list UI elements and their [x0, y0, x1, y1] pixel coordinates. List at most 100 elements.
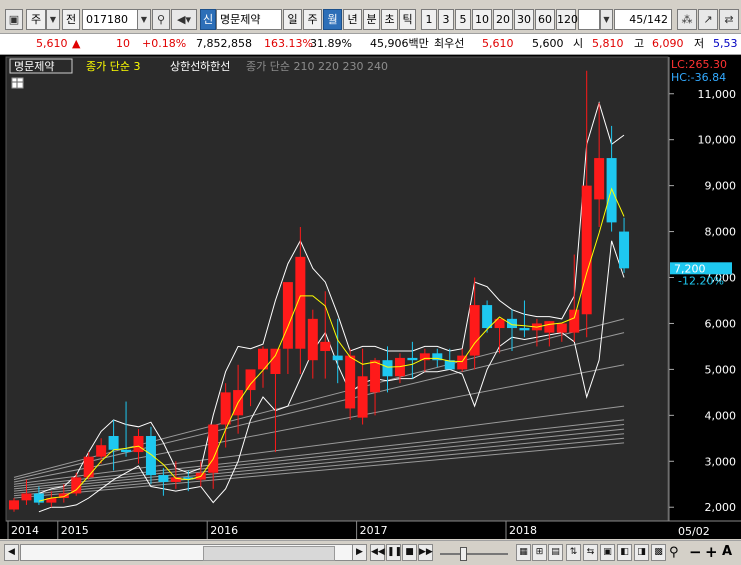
price-tick-label: 8,000: [705, 226, 737, 239]
stock-code-input[interactable]: 017180: [82, 9, 138, 30]
time-axis-ticks: 2014 2015 2016 2017 2018: [7, 521, 537, 539]
tool-icon-2[interactable]: ⊞: [532, 544, 547, 561]
tool-icon-1[interactable]: ▦: [516, 544, 531, 561]
time-tick-label: 2017: [360, 524, 388, 537]
up-candle: [133, 436, 144, 453]
high-price: 6,090: [652, 37, 684, 50]
up-candle: [457, 355, 468, 370]
interval-30[interactable]: 30: [514, 9, 534, 30]
down-candle: [519, 328, 530, 331]
unit-minute[interactable]: 분: [363, 9, 380, 30]
trade-amount: 45,906백만: [370, 37, 429, 50]
interval-3[interactable]: 3: [438, 9, 454, 30]
stop-icon[interactable]: ■: [402, 544, 417, 561]
scroll-left-icon[interactable]: ◀: [4, 544, 19, 561]
interval-20[interactable]: 20: [493, 9, 513, 30]
current-price-pct: -12.20%: [678, 274, 724, 287]
legend-upper[interactable]: 상한선: [170, 60, 200, 73]
price-tick-label: 4,000: [705, 409, 737, 422]
unit-second[interactable]: 초: [381, 9, 398, 30]
interval-120[interactable]: 120: [556, 9, 578, 30]
speaker-icon[interactable]: ◀▾: [171, 9, 197, 30]
forward-icon[interactable]: ▶▶: [418, 544, 433, 561]
price-tick-label: 6,000: [705, 317, 737, 330]
tool-icon-8[interactable]: ◨: [634, 544, 649, 561]
speed-slider-thumb[interactable]: [460, 547, 467, 561]
restore-icon[interactable]: ⇄: [719, 9, 739, 30]
market-dropdown-icon[interactable]: ▼: [46, 9, 60, 30]
period-week[interactable]: 주: [303, 9, 322, 30]
price-tick-label: 10,000: [698, 134, 737, 147]
pref-ask: 5,610: [482, 37, 514, 50]
up-candle: [581, 185, 592, 315]
interval-1[interactable]: 1: [421, 9, 437, 30]
lc-value: LC:265.30: [671, 58, 727, 71]
period-day[interactable]: 일: [283, 9, 302, 30]
text-icon[interactable]: A: [722, 544, 732, 559]
minus-icon[interactable]: −: [689, 543, 702, 561]
up-candle: [544, 321, 555, 333]
price-tick-label: 2,000: [705, 501, 737, 514]
rewind-icon[interactable]: ◀◀: [370, 544, 385, 561]
price-chart[interactable]: 2,000 3,000 4,000 5,000 6,000 7,000 8,000 9,000…: [0, 55, 741, 539]
pref-label: 최우선: [434, 37, 465, 50]
unit-tick[interactable]: 틱: [399, 9, 416, 30]
volume: 7,852,858: [196, 37, 252, 50]
horizontal-scrollbar[interactable]: [20, 544, 366, 561]
down-candle: [145, 436, 156, 476]
company-name-field[interactable]: 명문제약: [216, 9, 282, 30]
candlestick-chart[interactable]: 2,0003,0004,0005,0006,0007,0008,0009,000…: [0, 55, 741, 539]
down-candle: [407, 357, 418, 361]
down-candle: [482, 305, 493, 329]
up-candle: [307, 318, 318, 361]
settings-icon[interactable]: ⁂: [677, 9, 697, 30]
period-month[interactable]: 월: [323, 9, 342, 30]
up-arrow-icon: ▲: [72, 37, 81, 50]
interval-dropdown-icon[interactable]: ▼: [600, 9, 613, 30]
legend-stock[interactable]: 명문제약: [14, 59, 54, 73]
scroll-right-icon[interactable]: ▶: [352, 544, 367, 561]
tool-icon-3[interactable]: ▤: [548, 544, 563, 561]
search-icon[interactable]: ⚲: [152, 9, 170, 30]
legend-lower[interactable]: 하한선: [200, 59, 230, 73]
up-candle: [208, 424, 219, 473]
price-tick-label: 11,000: [698, 88, 737, 101]
speed-slider[interactable]: [438, 545, 510, 561]
scroll-bar-area: ◀ ▶ ◀◀ ❚❚ ■ ▶▶ ▦ ⊞ ▤ ⇅ ⇆ ▣ ◧ ◨ ▩ ⚲ − + A: [0, 540, 741, 565]
hc-value: HC:-36.84: [671, 71, 726, 84]
up-candle: [320, 341, 331, 352]
down-candle: [33, 493, 44, 503]
all-market-button[interactable]: 전: [62, 9, 80, 30]
scroll-thumb[interactable]: [203, 546, 335, 561]
up-candle: [569, 309, 580, 333]
period-year[interactable]: 년: [343, 9, 362, 30]
interval-custom-input[interactable]: [578, 9, 600, 30]
link-chart-icon[interactable]: ↗: [698, 9, 718, 30]
code-dropdown-icon[interactable]: ▼: [137, 9, 151, 30]
zoom-out-icon[interactable]: ⚲: [669, 545, 679, 560]
up-candle: [357, 376, 368, 418]
tool-icon-5[interactable]: ⇆: [583, 544, 598, 561]
pref-bid: 5,600: [532, 37, 564, 50]
plus-icon[interactable]: +: [705, 543, 718, 561]
layout-icon[interactable]: ▣: [5, 9, 23, 30]
tool-icon-6[interactable]: ▣: [600, 544, 615, 561]
tool-icon-9[interactable]: ▩: [651, 544, 666, 561]
interval-10[interactable]: 10: [472, 9, 492, 30]
up-candle: [370, 360, 381, 393]
interval-60[interactable]: 60: [535, 9, 555, 30]
pause-icon[interactable]: ❚❚: [386, 544, 402, 561]
legend-long-ma[interactable]: 종가 단순 210 220 230 240: [246, 60, 388, 73]
legend-ma[interactable]: 종가 단순 3: [86, 60, 140, 73]
up-candle: [345, 355, 356, 409]
time-tick-label: 2015: [61, 524, 89, 537]
down-candle: [121, 449, 132, 453]
down-candle: [332, 355, 343, 361]
interval-5[interactable]: 5: [455, 9, 471, 30]
tool-icon-4[interactable]: ⇅: [566, 544, 581, 561]
market-type-button[interactable]: 주: [26, 9, 46, 30]
up-candle: [270, 348, 281, 374]
tool-icon-7[interactable]: ◧: [617, 544, 632, 561]
up-candle: [220, 392, 231, 425]
page-indicator[interactable]: 45/142: [614, 9, 672, 30]
